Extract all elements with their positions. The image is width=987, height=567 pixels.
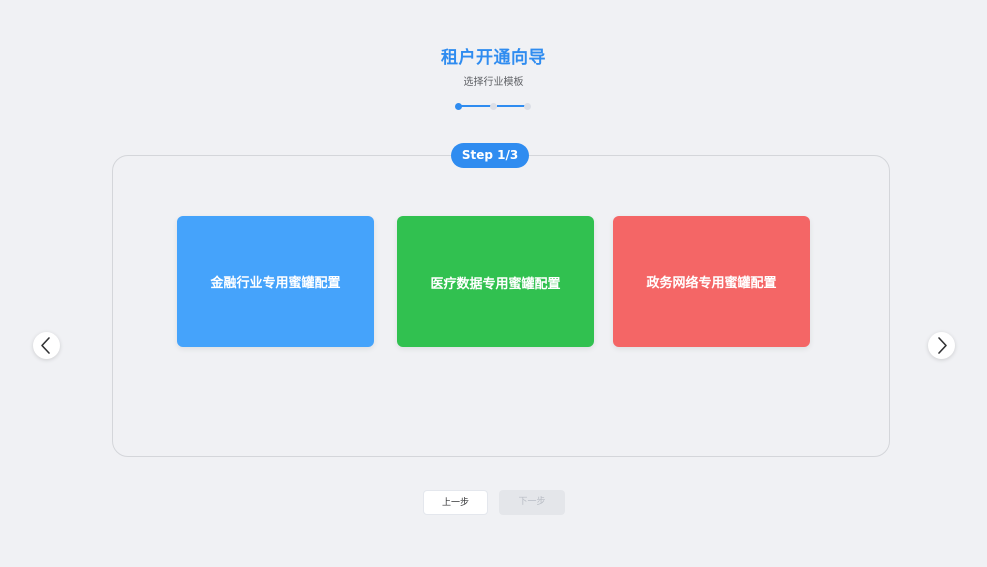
template-card-finance[interactable]: 金融行业专用蜜罐配置 <box>177 216 374 347</box>
carousel-prev-button[interactable] <box>33 332 60 359</box>
step-progress-indicator <box>455 101 535 111</box>
progress-line-2 <box>497 105 526 107</box>
template-card-government[interactable]: 政务网络专用蜜罐配置 <box>613 216 810 347</box>
template-card-label: 政务网络专用蜜罐配置 <box>646 276 777 291</box>
previous-step-button[interactable]: 上一步 <box>423 490 488 515</box>
wizard-header: 租户开通向导 选择行业模板 <box>0 46 987 90</box>
progress-dot-step-3 <box>524 102 531 110</box>
page-subtitle: 选择行业模板 <box>463 77 524 88</box>
template-card-medical[interactable]: 医疗数据专用蜜罐配置 <box>397 216 594 347</box>
carousel-next-button[interactable] <box>928 332 955 359</box>
step-badge: Step 1/3 <box>451 143 529 168</box>
chevron-right-icon <box>938 337 947 354</box>
progress-dot-step-1 <box>455 102 462 110</box>
template-card-label: 金融行业专用蜜罐配置 <box>210 276 341 291</box>
progress-line-1 <box>459 105 492 107</box>
chevron-left-icon <box>41 337 50 354</box>
next-step-button[interactable]: 下一步 <box>499 490 565 515</box>
page-title: 租户开通向导 <box>441 48 546 68</box>
progress-dot-step-2 <box>490 102 497 110</box>
template-card-label: 医疗数据专用蜜罐配置 <box>430 277 561 292</box>
